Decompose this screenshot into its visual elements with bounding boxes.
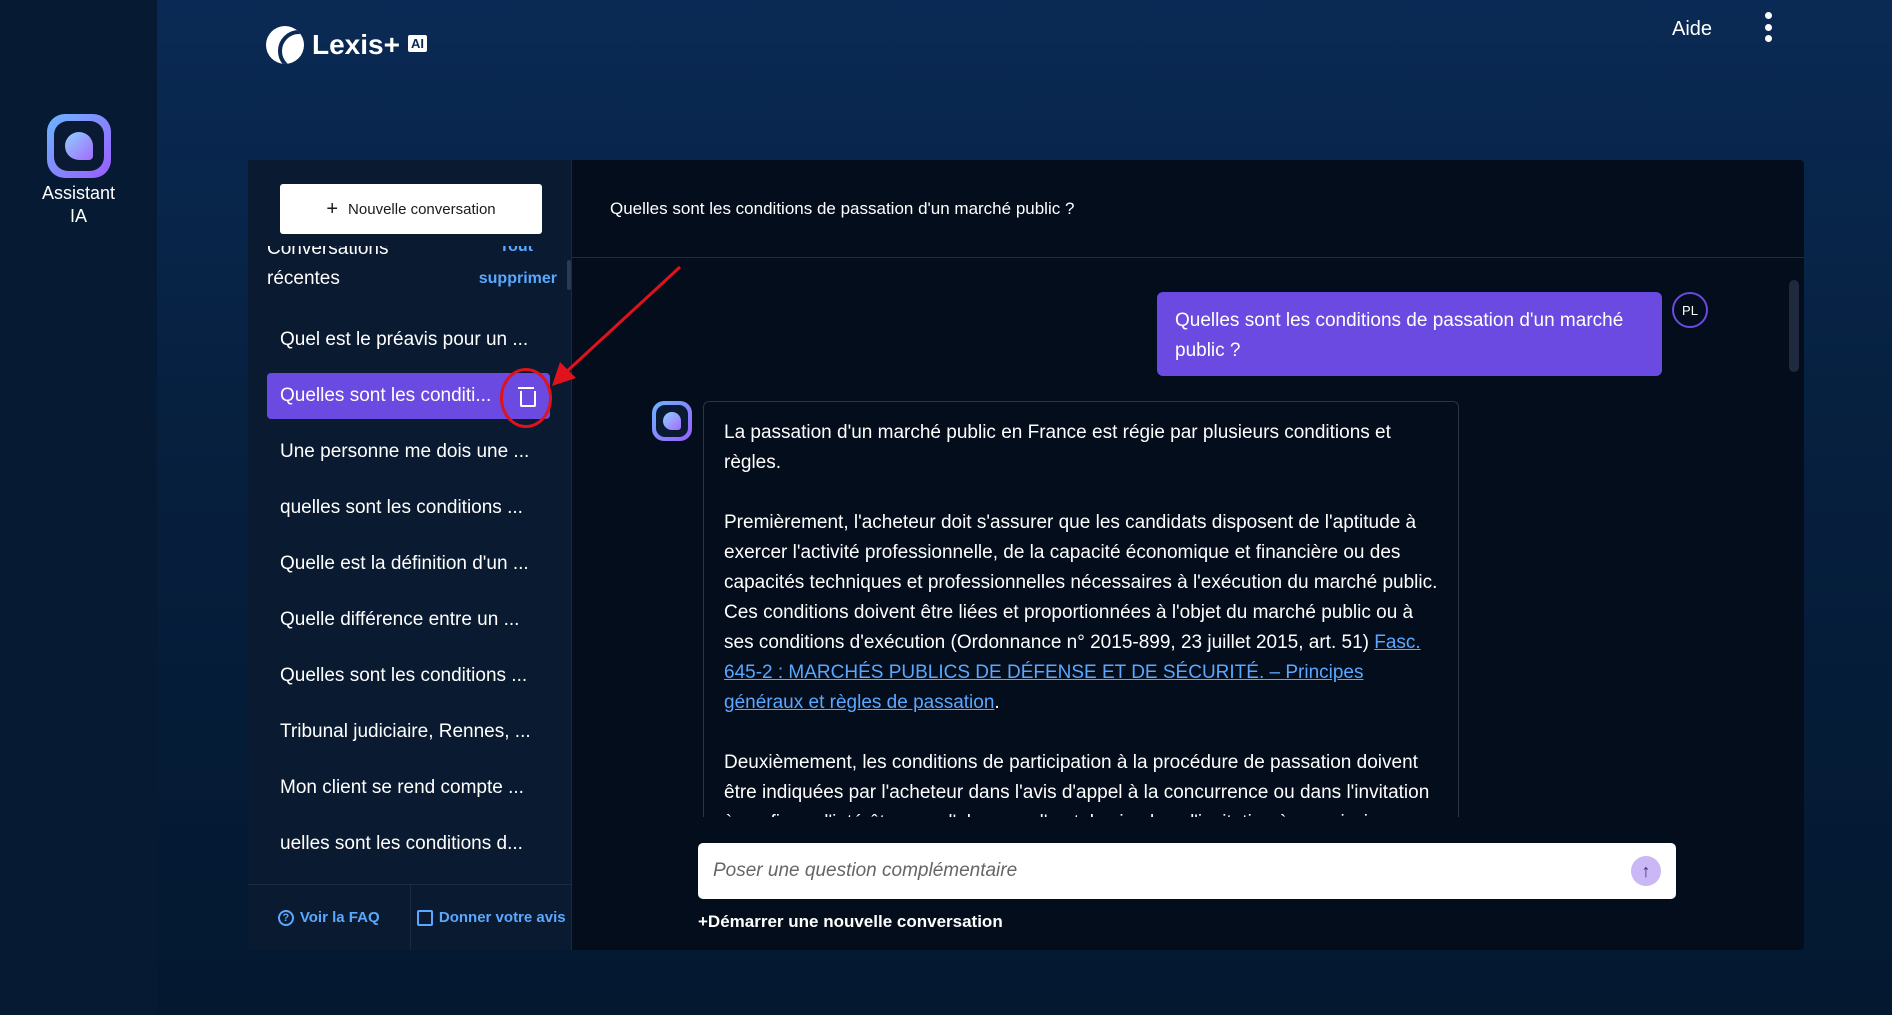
faq-label: Voir la FAQ <box>299 909 380 926</box>
new-conversation-button[interactable]: + Nouvelle conversation <box>280 184 542 234</box>
avatar: PL <box>1672 292 1708 328</box>
kebab-menu-icon[interactable] <box>1762 12 1774 42</box>
help-link[interactable]: Aide <box>1672 18 1712 41</box>
delete-all-line1[interactable]: Tout <box>500 246 533 256</box>
lexis-logo-icon <box>266 26 304 64</box>
chat-title: Quelles sont les conditions de passation… <box>572 160 1804 258</box>
follow-up-input-box: ↑ <box>698 843 1676 899</box>
brand-logo[interactable]: Lexis+ AI <box>266 26 427 64</box>
conversation-item[interactable]: Quelle différence entre un ... <box>267 597 550 643</box>
follow-up-input[interactable] <box>713 860 1631 882</box>
feedback-icon <box>416 909 433 926</box>
answer-paragraph: Premièrement, l'acheteur doit s'assurer … <box>724 512 1438 713</box>
brand-badge: AI <box>407 34 427 52</box>
help-circle-icon: ? <box>277 909 294 926</box>
conversation-item[interactable]: uelles sont les conditions d... <box>267 821 550 867</box>
feedback-label: Donner votre avis <box>438 909 566 926</box>
sidebar-footer: ? Voir la FAQ Donner votre avis <box>248 884 572 950</box>
brand-name: Lexis+ <box>312 29 400 60</box>
recent-title-line2: récentes <box>267 268 340 289</box>
faq-button[interactable]: ? Voir la FAQ <box>248 885 410 950</box>
new-conversation-label: Nouvelle conversation <box>348 200 496 218</box>
rail-label-line2: IA <box>69 206 87 226</box>
left-rail: Assistant IA <box>0 0 157 1015</box>
conversation-item[interactable]: Quel est le préavis pour un ... <box>267 317 550 363</box>
annotation-arrow-icon <box>552 265 682 386</box>
assistant-message: La passation d'un marché public en Franc… <box>703 401 1459 817</box>
assistant-logo-icon <box>46 114 111 178</box>
conversation-item[interactable]: quelles sont les conditions ... <box>267 485 550 531</box>
conversation-item[interactable]: Une personne me dois une ... <box>267 429 550 475</box>
start-new-conversation-link[interactable]: +Démarrer une nouvelle conversation <box>698 912 1003 932</box>
recent-conversations-header: Conversations récentes Tout supprimer <box>267 246 557 306</box>
rail-item-assistant[interactable]: Assistant IA <box>0 114 157 228</box>
user-message: Quelles sont les conditions de passation… <box>1157 292 1662 376</box>
answer-paragraph: La passation d'un marché public en Franc… <box>724 422 1391 473</box>
feedback-button[interactable]: Donner votre avis <box>409 885 573 950</box>
conversation-item[interactable]: Tribunal judiciaire, Rennes, ... <box>267 709 550 755</box>
conversation-sidebar: + Nouvelle conversation Conversations ré… <box>248 160 572 950</box>
conversation-item[interactable]: Quelle est la définition d'un ... <box>267 541 550 587</box>
main-panel: + Nouvelle conversation Conversations ré… <box>248 160 1804 950</box>
rail-label-line1: Assistant <box>41 183 116 203</box>
answer-paragraph: Deuxièmement, les conditions de particip… <box>724 752 1430 817</box>
recent-title-line1: Conversations <box>267 246 389 259</box>
chat-scrollbar[interactable] <box>1789 280 1799 372</box>
assistant-avatar-icon <box>652 401 692 441</box>
conversation-item[interactable]: Quelles sont les conditions ... <box>267 653 550 699</box>
plus-icon: + <box>326 198 339 220</box>
conversation-item[interactable]: Mon client se rend compte ... <box>267 765 550 811</box>
send-arrow-icon[interactable]: ↑ <box>1631 856 1661 886</box>
